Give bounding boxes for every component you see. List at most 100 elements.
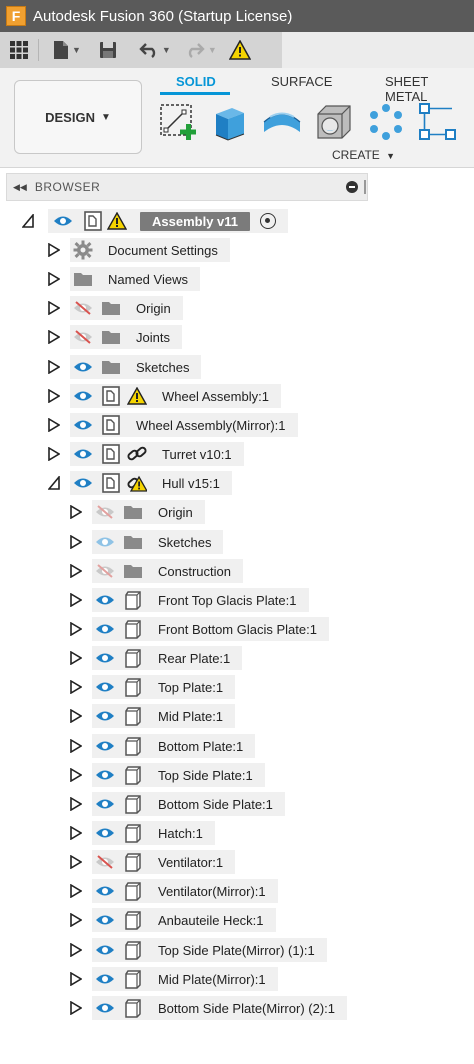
tree-node[interactable]: Hull v15:1 xyxy=(70,471,232,495)
tree-node[interactable]: Joints xyxy=(70,325,182,349)
eye-icon[interactable] xyxy=(94,822,116,844)
pattern-button[interactable] xyxy=(364,100,408,144)
expand-arrow-icon[interactable] xyxy=(48,330,60,344)
expand-arrow-icon[interactable] xyxy=(70,505,82,519)
expand-arrow-icon[interactable] xyxy=(70,913,82,927)
eye-icon[interactable] xyxy=(72,414,94,436)
expand-arrow-icon[interactable] xyxy=(48,272,60,286)
file-menu-button[interactable]: ▼ xyxy=(53,36,81,64)
tree-node[interactable]: Front Bottom Glacis Plate:1 xyxy=(92,617,329,641)
eye-icon[interactable] xyxy=(94,793,116,815)
tree-node[interactable]: Bottom Side Plate:1 xyxy=(92,792,285,816)
expand-arrow-icon[interactable] xyxy=(70,972,82,986)
root-component[interactable]: Assembly v11 xyxy=(48,209,288,233)
tree-node[interactable]: Ventilator:1 xyxy=(92,850,236,874)
expand-arrow-icon[interactable] xyxy=(48,447,60,461)
expand-arrow-icon[interactable] xyxy=(70,884,82,898)
eye-icon[interactable] xyxy=(94,618,116,640)
create-menu-button[interactable]: CREATE ▼ xyxy=(332,148,395,162)
tree-node[interactable]: Front Top Glacis Plate:1 xyxy=(92,588,309,612)
expand-arrow-icon[interactable] xyxy=(70,797,82,811)
eye-icon[interactable] xyxy=(72,356,94,378)
expand-arrow-icon[interactable] xyxy=(48,243,60,257)
revolve-button[interactable] xyxy=(260,100,304,144)
expand-arrow-icon[interactable] xyxy=(70,1001,82,1015)
expand-arrow-icon[interactable] xyxy=(48,301,60,315)
eye-hidden-icon[interactable] xyxy=(72,297,94,319)
tree-node[interactable]: Document Settings xyxy=(70,238,230,262)
eye-icon[interactable] xyxy=(94,880,116,902)
eye-hidden-icon[interactable] xyxy=(94,501,116,523)
tree-node[interactable]: Sketches xyxy=(70,355,202,379)
eye-icon[interactable] xyxy=(94,735,116,757)
eye-icon[interactable] xyxy=(72,443,94,465)
eye-icon[interactable] xyxy=(94,531,116,553)
warnings-button[interactable] xyxy=(228,36,251,64)
eye-icon[interactable] xyxy=(94,764,116,786)
resize-grip[interactable] xyxy=(364,180,366,194)
tree-node[interactable]: Wheel Assembly(Mirror):1 xyxy=(70,413,298,437)
eye-icon[interactable] xyxy=(72,472,94,494)
expand-arrow-icon[interactable] xyxy=(70,593,82,607)
redo-button[interactable]: ▼ xyxy=(185,36,217,64)
tree-node[interactable]: Rear Plate:1 xyxy=(92,646,243,670)
eye-icon[interactable] xyxy=(52,210,74,232)
expanded-arrow-icon[interactable] xyxy=(22,214,34,228)
tree-node[interactable]: Ventilator(Mirror):1 xyxy=(92,879,278,903)
eye-icon[interactable] xyxy=(94,997,116,1019)
eye-icon[interactable] xyxy=(94,968,116,990)
expand-arrow-icon[interactable] xyxy=(70,651,82,665)
tree-node[interactable]: Bottom Plate:1 xyxy=(92,734,256,758)
expand-arrow-icon[interactable] xyxy=(70,739,82,753)
expand-arrow-icon[interactable] xyxy=(48,360,60,374)
tree-node[interactable]: Top Side Plate:1 xyxy=(92,763,265,787)
eye-icon[interactable] xyxy=(94,647,116,669)
tree-node[interactable]: Top Plate:1 xyxy=(92,675,236,699)
eye-icon[interactable] xyxy=(94,939,116,961)
tree-node[interactable]: Origin xyxy=(70,296,183,320)
expand-arrow-icon[interactable] xyxy=(48,389,60,403)
tree-node[interactable]: Bottom Side Plate(Mirror) (2):1 xyxy=(92,996,347,1020)
workspace-switcher[interactable]: DESIGN ▼ xyxy=(14,80,142,154)
create-sketch-button[interactable] xyxy=(156,100,200,144)
save-button[interactable] xyxy=(99,36,117,64)
expand-arrow-icon[interactable] xyxy=(70,680,82,694)
expand-arrow-icon[interactable] xyxy=(70,535,82,549)
tree-node[interactable]: Hatch:1 xyxy=(92,821,215,845)
tree-node[interactable]: Anbauteile Heck:1 xyxy=(92,908,276,932)
expand-arrow-icon[interactable] xyxy=(70,564,82,578)
extrude-button[interactable] xyxy=(208,100,252,144)
collapse-browser-icon[interactable]: ◀◀ xyxy=(13,182,27,193)
eye-hidden-icon[interactable] xyxy=(94,560,116,582)
eye-icon[interactable] xyxy=(94,676,116,698)
shell-button[interactable] xyxy=(312,100,356,144)
expand-arrow-icon[interactable] xyxy=(70,768,82,782)
expand-arrow-icon[interactable] xyxy=(48,418,60,432)
tree-node[interactable]: Named Views xyxy=(70,267,200,291)
tab-surface[interactable]: SURFACE xyxy=(271,74,332,89)
eye-hidden-icon[interactable] xyxy=(94,851,116,873)
assemble-button[interactable] xyxy=(416,100,460,144)
tree-node[interactable]: Mid Plate:1 xyxy=(92,704,236,728)
tab-solid[interactable]: SOLID xyxy=(176,74,216,89)
tree-node[interactable]: Wheel Assembly:1 xyxy=(70,384,281,408)
expand-arrow-icon[interactable] xyxy=(70,709,82,723)
tree-node[interactable]: Top Side Plate(Mirror) (1):1 xyxy=(92,938,327,962)
data-panel-button[interactable] xyxy=(10,36,28,64)
eye-icon[interactable] xyxy=(94,589,116,611)
tree-node[interactable]: Construction xyxy=(92,559,243,583)
expand-arrow-icon[interactable] xyxy=(70,622,82,636)
eye-icon[interactable] xyxy=(72,385,94,407)
expand-arrow-icon[interactable] xyxy=(70,943,82,957)
tree-node[interactable]: Mid Plate(Mirror):1 xyxy=(92,967,278,991)
expand-arrow-icon[interactable] xyxy=(70,826,82,840)
minimize-browser-icon[interactable] xyxy=(346,181,358,193)
tree-node[interactable]: Origin xyxy=(92,500,205,524)
expanded-arrow-icon[interactable] xyxy=(48,476,60,490)
eye-icon[interactable] xyxy=(94,705,116,727)
eye-icon[interactable] xyxy=(94,909,116,931)
activate-component-icon[interactable] xyxy=(260,213,276,229)
tree-node[interactable]: Turret v10:1 xyxy=(70,442,244,466)
expand-arrow-icon[interactable] xyxy=(70,855,82,869)
undo-button[interactable]: ▼ xyxy=(139,36,171,64)
